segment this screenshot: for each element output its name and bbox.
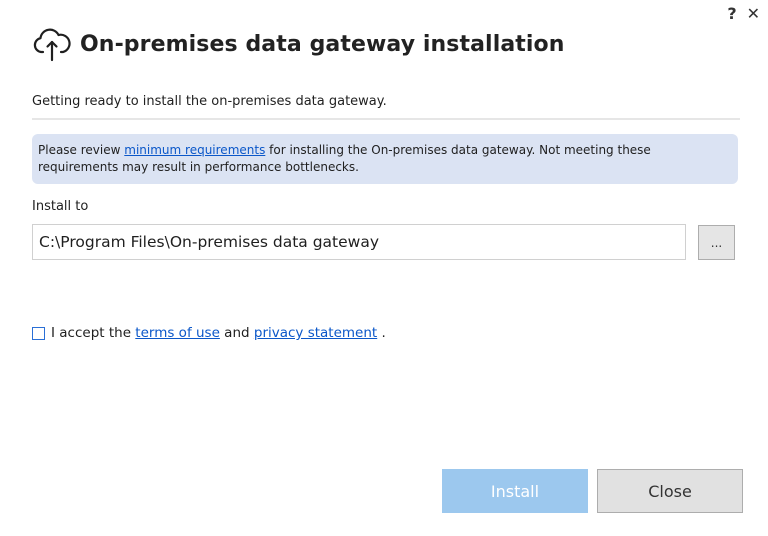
installer-dialog: ? ✕ On-premises data gateway installatio… bbox=[0, 0, 768, 536]
close-icon[interactable]: ✕ bbox=[747, 4, 760, 24]
page-title: On-premises data gateway installation bbox=[80, 31, 565, 57]
dialog-header: On-premises data gateway installation bbox=[32, 24, 565, 64]
accept-suffix: . bbox=[377, 325, 386, 341]
accept-middle: and bbox=[219, 325, 254, 341]
cloud-upload-icon bbox=[32, 24, 72, 64]
close-button[interactable]: Close bbox=[597, 469, 743, 513]
window-controls: ? ✕ bbox=[727, 4, 760, 24]
install-to-label: Install to bbox=[32, 199, 89, 214]
minimum-requirements-link[interactable]: minimum requirements bbox=[124, 143, 265, 157]
divider bbox=[32, 118, 740, 120]
requirements-banner: Please review minimum requirements for i… bbox=[32, 134, 738, 184]
accept-prefix: I accept the bbox=[51, 325, 136, 341]
help-icon[interactable]: ? bbox=[727, 4, 736, 24]
install-button[interactable]: Install bbox=[442, 469, 588, 513]
banner-prefix: Please review bbox=[38, 143, 125, 157]
accept-terms-row: I accept the terms of use and privacy st… bbox=[32, 325, 386, 341]
browse-button[interactable]: ... bbox=[698, 225, 735, 260]
accept-checkbox[interactable] bbox=[32, 326, 45, 340]
privacy-statement-link[interactable]: privacy statement bbox=[254, 325, 377, 341]
install-path-input[interactable] bbox=[32, 224, 686, 260]
terms-of-use-link[interactable]: terms of use bbox=[135, 325, 220, 341]
status-subtitle: Getting ready to install the on-premises… bbox=[32, 94, 387, 109]
